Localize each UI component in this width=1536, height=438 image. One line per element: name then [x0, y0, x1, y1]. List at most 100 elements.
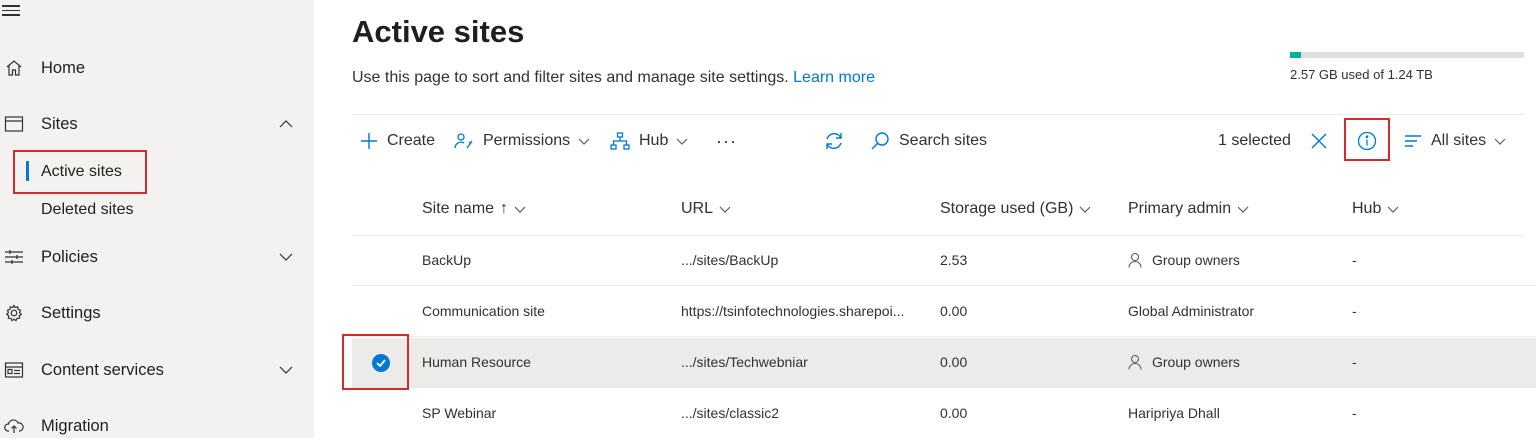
- chevron-down-icon: [1079, 206, 1091, 213]
- search-placeholder: Search sites: [899, 132, 988, 149]
- nav-subitem-label: Active sites: [41, 163, 122, 180]
- column-header-storage[interactable]: Storage used (GB): [940, 200, 1091, 218]
- view-selector[interactable]: All sites: [1404, 126, 1506, 156]
- more-options-button[interactable]: ···: [716, 126, 737, 156]
- nav-item-sites[interactable]: Sites: [0, 104, 314, 144]
- home-icon: [3, 57, 25, 79]
- site-name-cell[interactable]: SP Webinar: [422, 405, 496, 421]
- learn-more-link[interactable]: Learn more: [793, 69, 875, 86]
- column-header-url[interactable]: URL: [681, 200, 731, 218]
- chevron-up-icon[interactable]: [276, 114, 296, 134]
- storage-cell: 0.00: [940, 303, 968, 319]
- permissions-button[interactable]: Permissions: [454, 126, 590, 156]
- nav-item-policies[interactable]: Policies: [0, 237, 314, 277]
- hub-label: Hub: [639, 132, 669, 149]
- info-icon: [1357, 131, 1377, 151]
- table-row[interactable]: Communication site https://tsinfotechnol…: [352, 287, 1536, 337]
- content-icon: [3, 359, 25, 381]
- search-icon: [871, 132, 889, 150]
- table-header: Site name ↑ URL Storage used (GB) Primar…: [352, 186, 1524, 236]
- hub-cell: -: [1352, 303, 1357, 319]
- page-title: Active sites: [352, 14, 525, 49]
- storage-cell: 2.53: [940, 252, 968, 268]
- chevron-down-icon: [1237, 206, 1249, 213]
- table-row-selected[interactable]: Human Resource .../sites/Techwebniar 0.0…: [352, 338, 1536, 388]
- permissions-label: Permissions: [483, 132, 571, 149]
- storage-cell: 0.00: [940, 405, 968, 421]
- gear-icon: [3, 302, 25, 324]
- cloud-upload-icon: [3, 415, 25, 437]
- command-bar: Create Permissions Hub ··· Search sites …: [352, 114, 1524, 166]
- row-checkbox-checked[interactable]: [372, 354, 390, 372]
- info-button[interactable]: [1357, 126, 1377, 156]
- chevron-down-icon: [1494, 138, 1506, 145]
- nav-item-label: Sites: [41, 114, 78, 133]
- person-icon: [1128, 354, 1142, 370]
- nav-subitem-deleted-sites[interactable]: Deleted sites: [0, 193, 314, 227]
- hamburger-menu-icon[interactable]: [2, 2, 24, 18]
- nav-item-label: Home: [41, 58, 86, 77]
- list-filter-icon: [1405, 135, 1421, 147]
- admin-cell: Group owners: [1128, 354, 1240, 370]
- chevron-down-icon: [1387, 206, 1399, 213]
- column-header-hub[interactable]: Hub: [1352, 200, 1399, 218]
- admin-name: Group owners: [1152, 252, 1240, 268]
- nav-item-home[interactable]: Home: [0, 48, 314, 88]
- column-header-primary-admin[interactable]: Primary admin: [1128, 200, 1249, 218]
- table-row[interactable]: BackUp .../sites/BackUp 2.53 Group owner…: [352, 236, 1536, 286]
- nav-item-migration[interactable]: Migration: [0, 406, 314, 438]
- main-content: Active sites Use this page to sort and f…: [314, 0, 1536, 438]
- search-sites-box[interactable]: Search sites: [870, 126, 987, 156]
- refresh-button[interactable]: [823, 126, 845, 156]
- url-cell: .../sites/classic2: [681, 405, 780, 421]
- chevron-down-icon: [578, 138, 590, 145]
- chevron-down-icon[interactable]: [276, 360, 296, 380]
- storage-progress-bar: [1290, 52, 1524, 58]
- column-label: Hub: [1352, 200, 1382, 217]
- chevron-down-icon: [719, 206, 731, 213]
- site-name-cell[interactable]: Human Resource: [422, 354, 531, 370]
- hub-cell: -: [1352, 252, 1357, 268]
- left-navigation: Home Sites Active sites Deleted sites Po…: [0, 0, 314, 438]
- hub-cell: -: [1352, 354, 1357, 370]
- sliders-icon: [3, 246, 25, 268]
- hub-tree-icon: [610, 132, 630, 150]
- description-text: Use this page to sort and filter sites a…: [352, 69, 789, 86]
- checkmark-icon: [376, 359, 386, 367]
- nav-item-label: Migration: [41, 416, 109, 435]
- url-cell: https://tsinfotechnologies.sharepoi...: [681, 303, 905, 319]
- nav-item-settings[interactable]: Settings: [0, 293, 314, 333]
- refresh-icon: [826, 132, 842, 150]
- url-cell: .../sites/Techwebniar: [681, 354, 808, 370]
- nav-item-label: Content services: [41, 360, 164, 379]
- table-row[interactable]: SP Webinar .../sites/classic2 0.00 Harip…: [352, 389, 1536, 438]
- storage-progress-fill: [1290, 52, 1301, 58]
- clear-selection-button[interactable]: [1311, 126, 1327, 156]
- admin-cell: Haripriya Dhall: [1128, 405, 1220, 421]
- nav-item-label: Settings: [41, 303, 101, 322]
- column-label: Site name: [422, 200, 495, 217]
- column-label: Storage used (GB): [940, 200, 1074, 217]
- nav-subitem-active-sites[interactable]: Active sites: [0, 155, 314, 189]
- column-header-site-name[interactable]: Site name ↑: [422, 200, 526, 218]
- people-key-icon: [454, 133, 473, 149]
- hub-button[interactable]: Hub: [610, 126, 688, 156]
- view-label: All sites: [1431, 132, 1487, 149]
- hub-cell: -: [1352, 405, 1357, 421]
- create-label: Create: [387, 132, 436, 149]
- chevron-down-icon: [514, 206, 526, 213]
- site-name-cell[interactable]: Communication site: [422, 303, 545, 319]
- url-cell: .../sites/BackUp: [681, 252, 779, 268]
- create-button[interactable]: Create: [360, 126, 435, 156]
- nav-item-label: Policies: [41, 247, 98, 266]
- column-label: Primary admin: [1128, 200, 1232, 217]
- site-name-cell[interactable]: BackUp: [422, 252, 471, 268]
- nav-item-content-services[interactable]: Content services: [0, 350, 314, 390]
- close-icon: [1311, 133, 1327, 149]
- browser-icon: [3, 113, 25, 135]
- selected-count: 1 selected: [1218, 132, 1291, 149]
- sort-ascending-icon: ↑: [500, 200, 509, 217]
- chevron-down-icon[interactable]: [276, 247, 296, 267]
- admin-cell: Global Administrator: [1128, 303, 1255, 319]
- person-icon: [1128, 252, 1142, 268]
